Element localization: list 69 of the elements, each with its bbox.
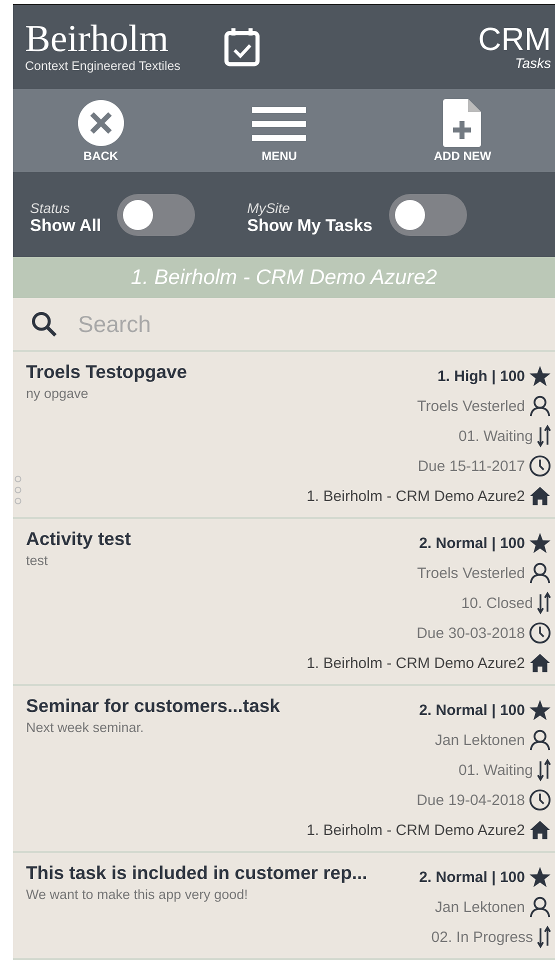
site-banner: 1. Beirholm - CRM Demo Azure2 (13, 257, 555, 298)
filter-caption: MySite (247, 200, 291, 216)
back-button[interactable]: BACK (76, 98, 125, 162)
search-icon (30, 310, 58, 338)
add-document-icon (442, 98, 483, 146)
task-due-date: Due 19-04-2018 (416, 792, 525, 808)
home-icon (529, 653, 551, 673)
calendar-check-icon (224, 27, 260, 67)
filter-label: Show My Tasks (247, 216, 372, 236)
task-title: Activity test (26, 528, 132, 550)
app-title: CRM (478, 23, 551, 55)
task-card[interactable]: Activity test test 2. Normal | 100 Troels Vesterled 10. Closed Due 30-03-2018 1. Beirholm - CRM Demo Azure2 (13, 519, 555, 686)
task-priority: 2. Normal | 100 (419, 868, 525, 886)
task-description: test (26, 553, 49, 568)
task-due-date: Due 15-11-2017 (418, 458, 525, 474)
task-priority: 2. Normal | 100 (419, 702, 525, 718)
task-title: Troels Testopgave (26, 361, 188, 383)
menu-button[interactable]: MENU (252, 98, 306, 162)
star-icon (529, 365, 551, 387)
brand-tagline: Context Engineered Textiles (25, 59, 180, 73)
sort-arrows-icon (537, 758, 551, 782)
task-title: Seminar for customers...task (26, 695, 281, 717)
task-description: Next week seminar. (26, 720, 145, 735)
user-icon (529, 562, 551, 584)
task-card[interactable]: Troels Testopgave ny opgave 1. High | 100 Troels Vesterled 01. Waiting Due 15-11-2017 1. Beirholm - CRM Demo Azure2 (13, 352, 555, 519)
filter-caption: Status (30, 200, 71, 216)
task-site: 1. Beirholm - CRM Demo Azure2 (306, 654, 525, 672)
task-owner: Jan Lektonen (434, 732, 525, 748)
task-site: 1. Beirholm - CRM Demo Azure2 (306, 488, 525, 504)
task-priority: 1. High | 100 (437, 368, 525, 384)
task-status: 01. Waiting (458, 428, 533, 444)
brand-logo: Beirholm (25, 21, 170, 57)
task-card[interactable]: This task is included in customer rep... We want to make this app very good! 2. Normal | 100 Jan Lektonen 02. In Progress (13, 853, 555, 960)
clock-icon (529, 789, 551, 811)
clock-icon (529, 622, 551, 644)
task-priority: 2. Normal | 100 (419, 534, 525, 552)
task-site: 1. Beirholm - CRM Demo Azure2 (306, 822, 525, 838)
filter-label: Show All (30, 216, 102, 236)
task-owner: Jan Lektonen (434, 898, 525, 916)
star-icon (529, 532, 551, 554)
task-owner: Troels Vesterled (417, 564, 525, 582)
task-title: This task is included in customer rep... (26, 862, 368, 884)
user-icon (529, 395, 551, 417)
task-description: ny opgave (26, 386, 90, 401)
user-icon (529, 896, 551, 918)
star-icon (529, 866, 551, 888)
sort-arrows-icon (537, 925, 551, 949)
sort-arrows-icon (537, 591, 551, 615)
task-card[interactable]: Seminar for customers...task Next week seminar. 2. Normal | 100 Jan Lektonen 01. Waiting Due 19-04-2018 1. Beirholm - CRM Demo Azure2 (13, 686, 555, 853)
task-due-date: Due 30-03-2018 (416, 624, 525, 642)
sort-arrows-icon (537, 424, 551, 448)
task-status: 02. In Progress (431, 928, 533, 946)
task-description: We want to make this app very good! (26, 887, 249, 902)
home-icon (529, 820, 551, 840)
close-icon (76, 98, 125, 146)
search-field[interactable]: Search (76, 310, 380, 338)
search-bar[interactable]: Search (13, 298, 555, 352)
task-status: 01. Waiting (458, 762, 533, 778)
clock-icon (529, 455, 551, 477)
add-new-button[interactable]: ADD NEW (434, 98, 492, 162)
star-icon (529, 699, 551, 721)
task-status: 10. Closed (461, 594, 533, 612)
toggle-switch[interactable] (117, 194, 196, 236)
drag-handle-icon[interactable] (14, 475, 22, 505)
user-icon (529, 729, 551, 751)
section-title: Tasks (514, 55, 551, 71)
home-icon (529, 486, 551, 506)
task-owner: Troels Vesterled (417, 398, 525, 414)
toggle-switch[interactable] (388, 194, 466, 236)
